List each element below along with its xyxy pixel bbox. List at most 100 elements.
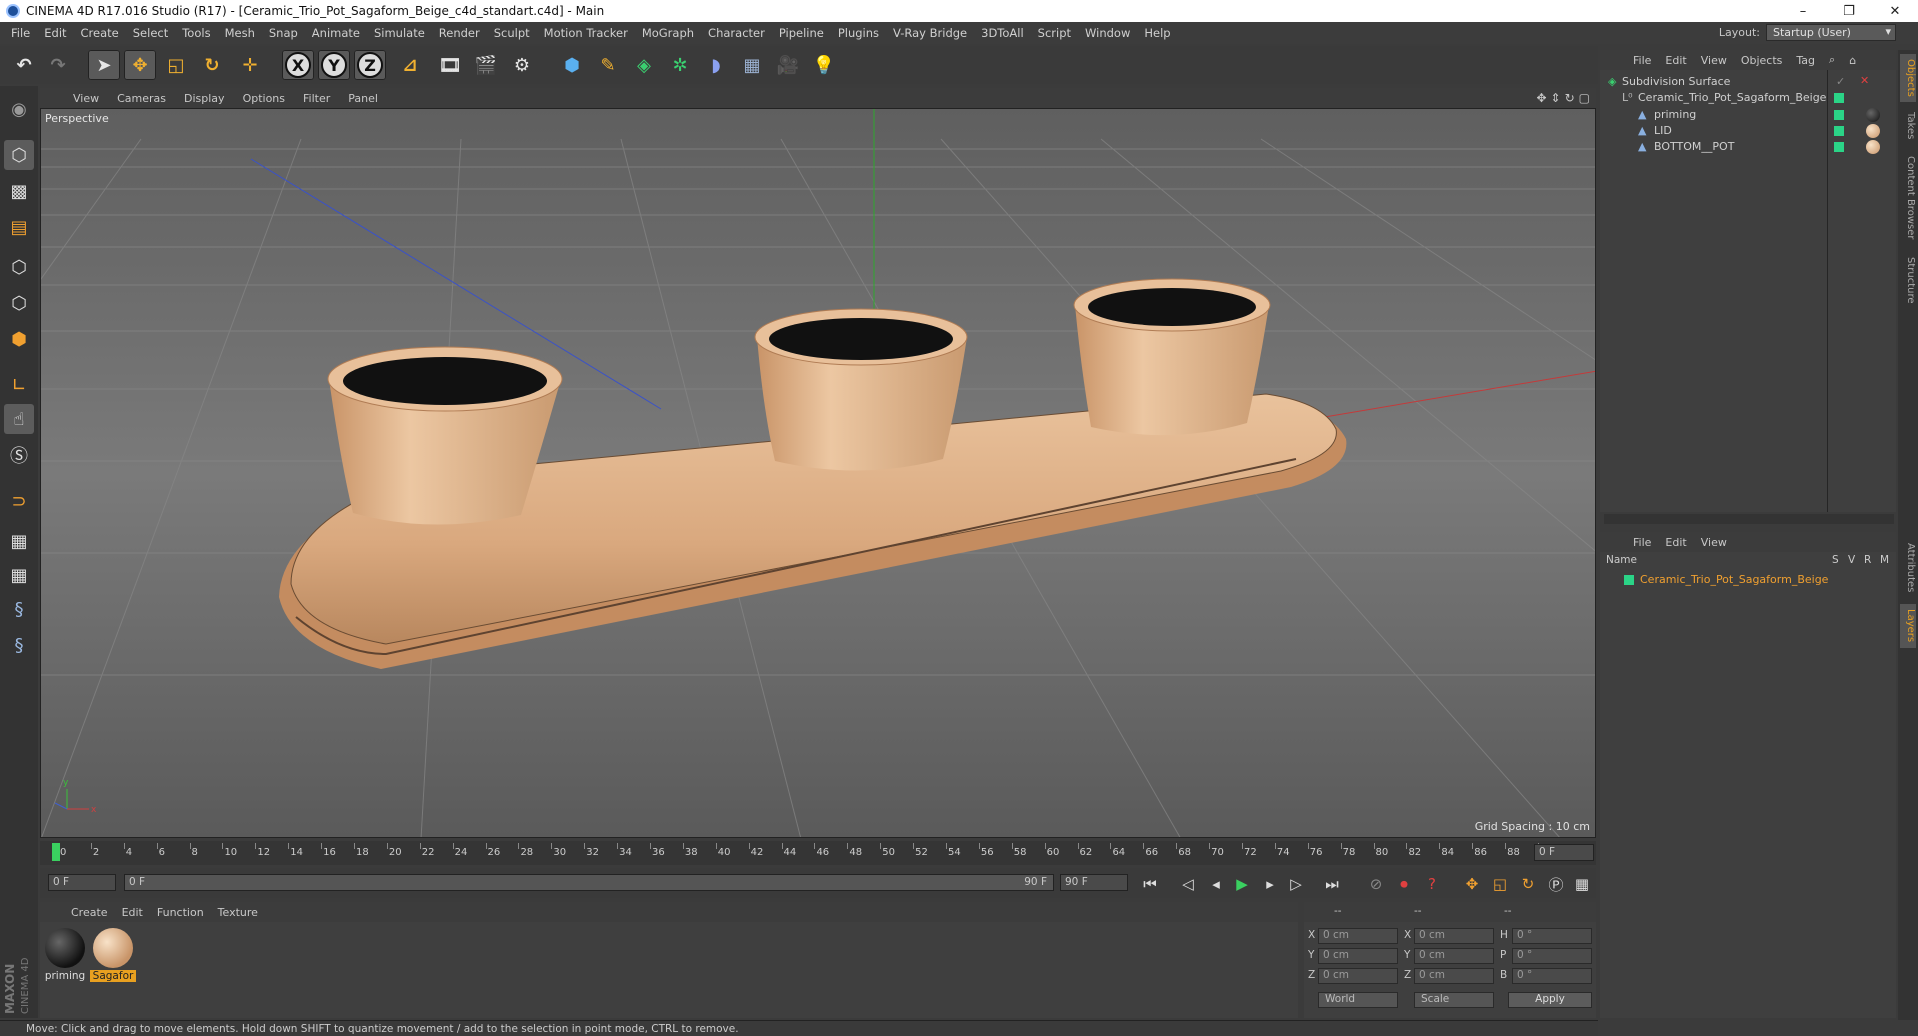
menu-sculpt[interactable]: Sculpt — [487, 26, 537, 40]
size-x-field[interactable]: 0 cm — [1414, 928, 1494, 944]
python-icon[interactable]: § — [4, 594, 34, 624]
object-row[interactable]: ▲ priming — [1600, 107, 1896, 123]
material-tag-icon[interactable] — [1866, 124, 1880, 138]
render-picture-viewer-icon[interactable]: 🎬 — [470, 50, 502, 80]
position-z-field[interactable]: 0 cm — [1318, 968, 1398, 984]
layer-color-chip[interactable] — [1834, 93, 1844, 103]
object-row[interactable]: ▲ BOTTOM__POT — [1600, 139, 1896, 155]
close-button[interactable]: ✕ — [1872, 0, 1918, 22]
record-icon[interactable]: ⊘ — [1364, 873, 1388, 895]
material-menu-texture[interactable]: Texture — [211, 906, 265, 919]
layer-color-chip[interactable] — [1834, 126, 1844, 136]
select-arrow-icon[interactable]: ➤ — [88, 50, 120, 80]
scale-icon[interactable]: ◱ — [160, 50, 192, 80]
check-icon[interactable]: ✓ — [1836, 75, 1845, 88]
viewport-menu-panel[interactable]: Panel — [339, 92, 387, 105]
material-menu-edit[interactable]: Edit — [115, 906, 150, 919]
viewport-menu-cameras[interactable]: Cameras — [108, 92, 175, 105]
key-rotation-icon[interactable]: ↻ — [1516, 873, 1540, 895]
rotation-b-field[interactable]: 0 ° — [1512, 968, 1592, 984]
menu-script[interactable]: Script — [1031, 26, 1078, 40]
pan-icon[interactable]: ✥ — [1536, 91, 1546, 105]
grid-lock-icon[interactable]: ▦ — [4, 526, 34, 556]
next-key-icon[interactable]: ▷ — [1284, 873, 1308, 895]
viewport-menu-view[interactable]: View — [64, 92, 108, 105]
material-tag-icon[interactable] — [1866, 108, 1880, 122]
tab-layers[interactable]: Layers — [1900, 604, 1916, 648]
end-frame-field[interactable]: 90 F — [1060, 874, 1128, 891]
pen-icon[interactable]: ✎ — [592, 50, 624, 80]
go-to-start-icon[interactable]: ⏮ — [1138, 873, 1162, 895]
camera-icon[interactable]: 🎥 — [772, 50, 804, 80]
current-frame-field[interactable]: 0 F — [1534, 844, 1594, 861]
previous-key-icon[interactable]: ◁ — [1176, 873, 1200, 895]
deformer-icon[interactable]: ◗ — [700, 50, 732, 80]
menu-character[interactable]: Character — [701, 26, 772, 40]
magnet-icon[interactable]: ⊃ — [4, 486, 34, 516]
key-position-icon[interactable]: ✥ — [1460, 873, 1484, 895]
next-frame-icon[interactable]: ▸ — [1258, 873, 1282, 895]
tab-structure[interactable]: Structure — [1900, 250, 1916, 310]
tab-takes[interactable]: Takes — [1900, 106, 1916, 146]
timeline-ruler[interactable]: 0 2 4 6 8 10 12 14 16 18 20 22 24 26 28 30 32 34 36 38 40 42 4… — [40, 841, 1596, 865]
polygons-mode-icon[interactable]: ⬢ — [4, 324, 34, 354]
render-view-icon[interactable]: 🎞 — [434, 50, 466, 80]
viewport-menu-display[interactable]: Display — [175, 92, 234, 105]
previous-frame-icon[interactable]: ◂ — [1204, 873, 1228, 895]
layer-color-chip[interactable] — [1834, 110, 1844, 120]
layer-color-chip[interactable] — [1834, 142, 1844, 152]
subdivision-icon[interactable]: ◈ — [628, 50, 660, 80]
layer-color-chip[interactable] — [1624, 575, 1634, 585]
model-mode-icon[interactable]: ⬡ — [4, 140, 34, 170]
floor-icon[interactable]: ▦ — [736, 50, 768, 80]
size-z-field[interactable]: 0 cm — [1414, 968, 1494, 984]
maximize-view-icon[interactable]: ▢ — [1579, 91, 1590, 105]
menu-create[interactable]: Create — [74, 26, 126, 40]
go-to-end-icon[interactable]: ⏭ — [1320, 873, 1344, 895]
object-row[interactable]: ◈ Subdivision Surface ✓ ✕ — [1600, 74, 1896, 90]
menu-select[interactable]: Select — [126, 26, 175, 40]
menu-plugins[interactable]: Plugins — [831, 26, 886, 40]
menu-motion-tracker[interactable]: Motion Tracker — [537, 26, 635, 40]
zoom-icon[interactable]: ⇕ — [1551, 91, 1561, 105]
material-menu-create[interactable]: Create — [64, 906, 115, 919]
snap-icon[interactable]: Ⓢ — [4, 440, 34, 470]
key-parameter-icon[interactable]: Ⓟ — [1544, 873, 1568, 895]
object-row[interactable]: L⁰ Ceramic_Trio_Pot_Sagaform_Beige — [1600, 90, 1896, 106]
key-scale-icon[interactable]: ◱ — [1488, 873, 1512, 895]
menu-mesh[interactable]: Mesh — [218, 26, 262, 40]
horizontal-scrollbar[interactable] — [1604, 514, 1894, 524]
play-icon[interactable]: ▶ — [1230, 873, 1254, 895]
coordinate-system-dropdown[interactable]: World — [1318, 992, 1398, 1008]
objects-menu-tag[interactable]: Tag — [1789, 54, 1822, 67]
tab-objects[interactable]: Objects — [1900, 54, 1916, 102]
camera-label[interactable]: Perspective — [45, 112, 109, 125]
workplane-icon[interactable]: ▤ — [4, 212, 34, 242]
menu-3dtoall[interactable]: 3DToAll — [974, 26, 1031, 40]
python-script-icon[interactable]: § — [4, 630, 34, 660]
menu-window[interactable]: Window — [1078, 26, 1137, 40]
undo-icon[interactable]: ↶ — [8, 50, 40, 80]
tweak-mode-icon[interactable]: ☝ — [4, 404, 34, 434]
minimize-button[interactable]: – — [1780, 0, 1826, 22]
frame-range-slider[interactable]: 0 F 90 F — [124, 874, 1054, 891]
menu-mograph[interactable]: MoGraph — [635, 26, 701, 40]
rotation-p-field[interactable]: 0 ° — [1512, 948, 1592, 964]
viewport-menu-filter[interactable]: Filter — [294, 92, 339, 105]
menu-file[interactable]: File — [4, 26, 37, 40]
texture-mode-icon[interactable]: ▩ — [4, 176, 34, 206]
y-axis-icon[interactable]: Y — [318, 50, 350, 80]
key-pla-icon[interactable]: ▦ — [1570, 873, 1594, 895]
layer-row[interactable]: Ceramic_Trio_Pot_Sagaform_Beige — [1600, 572, 1896, 588]
axis-mode-icon[interactable]: ∟ — [4, 370, 34, 400]
maximize-button[interactable]: ❐ — [1826, 0, 1872, 22]
world-coord-icon[interactable]: ⊿ — [394, 50, 426, 80]
size-y-field[interactable]: 0 cm — [1414, 948, 1494, 964]
grid-enable-icon[interactable]: ▦ — [4, 560, 34, 590]
cloner-icon[interactable]: ✲ — [664, 50, 696, 80]
menu-simulate[interactable]: Simulate — [367, 26, 432, 40]
orbit-icon[interactable]: ↻ — [1565, 91, 1575, 105]
z-axis-icon[interactable]: Z — [354, 50, 386, 80]
light-icon[interactable]: 💡 — [808, 50, 840, 80]
material-menu-function[interactable]: Function — [150, 906, 211, 919]
